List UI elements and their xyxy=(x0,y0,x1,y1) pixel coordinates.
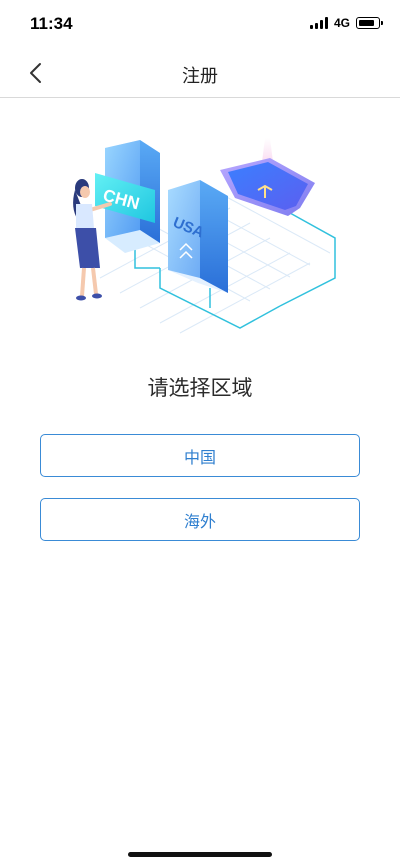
region-china-label: 中国 xyxy=(183,447,216,467)
region-china-button[interactable]: 中国 xyxy=(40,434,360,477)
region-overseas-label: 海外 xyxy=(183,511,216,531)
home-indicator xyxy=(128,852,272,857)
phone-graphic xyxy=(220,138,315,216)
region-overseas-button[interactable]: 海外 xyxy=(40,498,360,541)
status-time: 11:34 xyxy=(30,14,73,33)
select-region-heading: 请选择区域 xyxy=(147,376,253,400)
network-type: 4G xyxy=(333,16,350,30)
usa-block: USA xyxy=(168,180,228,293)
status-indicators: 4G xyxy=(309,16,383,30)
page-title: 注册 xyxy=(182,66,218,87)
signal-icon xyxy=(309,17,328,29)
region-illustration: CHN USA xyxy=(73,138,336,334)
battery-icon xyxy=(356,17,383,29)
status-bar: 11:34 4G xyxy=(0,0,400,48)
nav-bar: 注册 xyxy=(0,48,400,98)
